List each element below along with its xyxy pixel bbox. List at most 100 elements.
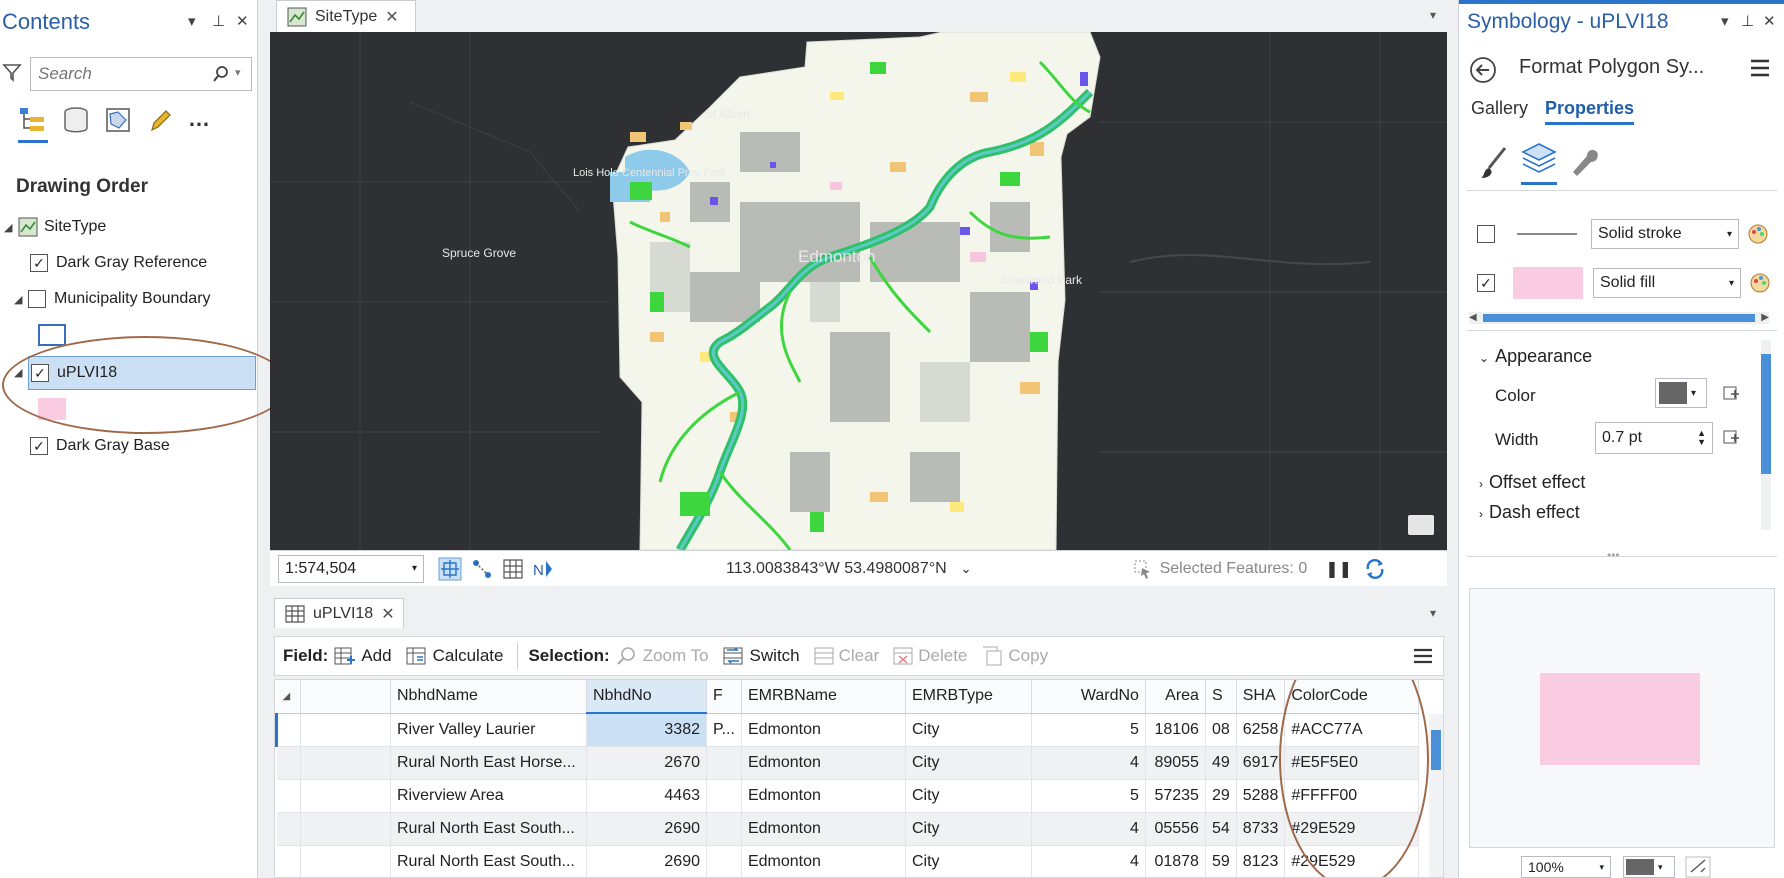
- column-header[interactable]: NbhdName: [390, 680, 587, 714]
- chevron-down-icon[interactable]: ▾: [412, 563, 417, 574]
- chevron-down-icon[interactable]: ▾: [1729, 278, 1734, 289]
- preview-options-icon[interactable]: [1685, 856, 1711, 878]
- expand-chevron-icon[interactable]: ›: [1479, 477, 1483, 491]
- expand-icon[interactable]: ◢: [14, 293, 28, 306]
- tab-gallery[interactable]: Gallery: [1471, 98, 1528, 119]
- chevron-down-icon[interactable]: ▾: [1727, 229, 1732, 240]
- cell-s[interactable]: 29: [1205, 779, 1237, 813]
- cell-sha[interactable]: 8733: [1236, 812, 1286, 846]
- cell-area[interactable]: 57235: [1145, 779, 1206, 813]
- list-by-drawing-order-icon[interactable]: [18, 106, 48, 143]
- column-header[interactable]: SHA: [1236, 680, 1286, 714]
- table-row[interactable]: Rural North East South... 2690 Edmonton …: [276, 812, 1420, 846]
- cell-nbhdname[interactable]: Rural North East Horse...: [390, 746, 587, 780]
- list-by-source-icon[interactable]: [62, 106, 90, 143]
- more-options-icon[interactable]: …: [188, 106, 210, 143]
- back-arrow-icon[interactable]: [1469, 56, 1497, 84]
- cell-sha[interactable]: 8123: [1236, 845, 1286, 877]
- list-by-editing-icon[interactable]: [146, 106, 174, 143]
- layer-municipality-boundary[interactable]: ◢ Municipality Boundary: [14, 285, 211, 313]
- cell-colorcode[interactable]: #29E529: [1284, 845, 1420, 877]
- search-box[interactable]: ▾: [30, 57, 252, 91]
- column-header[interactable]: ColorCode: [1284, 680, 1420, 714]
- row-selector[interactable]: [276, 746, 301, 780]
- cell-area[interactable]: 18106: [1145, 713, 1206, 747]
- search-input[interactable]: [31, 58, 191, 90]
- expand-icon[interactable]: ◢: [4, 221, 18, 234]
- column-header[interactable]: NbhdNo: [586, 680, 707, 714]
- column-header[interactable]: F: [706, 680, 742, 714]
- cell-s[interactable]: 54: [1205, 812, 1237, 846]
- uplvi18-symbol-swatch[interactable]: [38, 398, 66, 420]
- pin-icon[interactable]: ⊥: [212, 12, 225, 30]
- cell-emrbname[interactable]: Edmonton: [741, 746, 906, 780]
- calculate-field-button[interactable]: Calculate: [406, 646, 503, 666]
- symbol-layer-fill[interactable]: ✓ Solid fill ▾: [1469, 261, 1775, 305]
- cell-f[interactable]: [706, 845, 742, 877]
- search-icon[interactable]: [211, 64, 231, 84]
- list-by-selection-icon[interactable]: [104, 106, 132, 143]
- layer-uplvi18[interactable]: ✓ uPLVI18: [28, 356, 256, 390]
- scrollbar-thumb[interactable]: [1483, 314, 1755, 322]
- color-swatch-button[interactable]: ▾: [1655, 378, 1707, 408]
- cell-s[interactable]: 59: [1205, 845, 1237, 877]
- close-icon[interactable]: ✕: [1763, 12, 1776, 30]
- add-field-button[interactable]: Add: [334, 646, 392, 666]
- menu-icon[interactable]: [1749, 58, 1771, 78]
- cell-colorcode[interactable]: #29E529: [1284, 812, 1420, 846]
- layer-visibility-checkbox[interactable]: ✓: [30, 437, 48, 455]
- cell-area[interactable]: 01878: [1145, 845, 1206, 877]
- cell-f[interactable]: [706, 779, 742, 813]
- row-selector[interactable]: [276, 845, 301, 877]
- cell-wardno[interactable]: 4: [1031, 812, 1146, 846]
- cell-sha[interactable]: 5288: [1236, 779, 1286, 813]
- properties-scrollbar[interactable]: [1761, 340, 1771, 530]
- zoom-to-button[interactable]: Zoom To: [616, 646, 709, 666]
- cell-emrbtype[interactable]: City: [905, 746, 1032, 780]
- color-picker-icon[interactable]: [1747, 223, 1769, 245]
- column-header[interactable]: EMRBType: [905, 680, 1032, 714]
- cell-emrbtype[interactable]: City: [905, 779, 1032, 813]
- layer-dark-gray-reference[interactable]: ✓ Dark Gray Reference: [30, 249, 207, 277]
- cell-sha[interactable]: 6258: [1236, 713, 1286, 747]
- table-menu-icon[interactable]: [1413, 647, 1433, 665]
- cell-emrbname[interactable]: Edmonton: [741, 845, 906, 877]
- scroll-left-icon[interactable]: ◀: [1469, 312, 1477, 323]
- preview-zoom-combo[interactable]: 100% ▾: [1521, 856, 1611, 878]
- cell-wardno[interactable]: 5: [1031, 779, 1146, 813]
- symbol-structure-wrench-icon[interactable]: [1569, 146, 1601, 180]
- cell-nbhdno[interactable]: 2670: [586, 746, 707, 780]
- header-corner[interactable]: ◢: [276, 680, 301, 714]
- dash-effect-heading[interactable]: › Dash effect: [1479, 502, 1580, 523]
- cell-sha[interactable]: 6917: [1236, 746, 1286, 780]
- coordinate-format-chevron-icon[interactable]: ⌄: [961, 561, 972, 577]
- fill-preview-swatch[interactable]: [1513, 267, 1583, 299]
- attribute-mapping-icon[interactable]: [1721, 384, 1741, 404]
- cell-emrbtype[interactable]: City: [905, 713, 1032, 747]
- selected-features-icon[interactable]: [1132, 558, 1154, 580]
- spinner-arrows-icon[interactable]: ▲ ▼: [1697, 429, 1706, 447]
- fixed-zoom-icon[interactable]: [438, 557, 462, 581]
- map-view[interactable]: St Albert Edmonton Spruce Grove Sherwood…: [270, 32, 1447, 550]
- cell-f[interactable]: [706, 746, 742, 780]
- cell-nbhdname[interactable]: River Valley Laurier: [390, 713, 587, 747]
- tab-uplvi18[interactable]: uPLVI18 ✕: [274, 598, 404, 628]
- pin-icon[interactable]: ⊥: [1741, 12, 1754, 30]
- symbol-layer-checkbox[interactable]: [1477, 225, 1495, 243]
- cell-emrbtype[interactable]: City: [905, 845, 1032, 877]
- layer-visibility-checkbox[interactable]: ✓: [31, 364, 49, 382]
- width-spinner[interactable]: 0.7 pt ▲ ▼: [1595, 422, 1713, 454]
- cell-wardno[interactable]: 4: [1031, 845, 1146, 877]
- table-row[interactable]: Rural North East Horse... 2670 Edmonton …: [276, 746, 1420, 780]
- cell-area[interactable]: 05556: [1145, 812, 1206, 846]
- tab-properties[interactable]: Properties: [1545, 98, 1635, 125]
- cell-nbhdname[interactable]: Rural North East South...: [390, 845, 587, 877]
- table-row[interactable]: River Valley Laurier 3382 P... Edmonton …: [275, 713, 1420, 747]
- column-header[interactable]: WardNo: [1031, 680, 1146, 714]
- scrollbar-thumb[interactable]: [1761, 354, 1771, 474]
- cell-wardno[interactable]: 4: [1031, 746, 1146, 780]
- boundary-symbol-swatch[interactable]: [38, 324, 66, 346]
- cell-s[interactable]: 49: [1205, 746, 1237, 780]
- close-tab-icon[interactable]: ✕: [381, 604, 394, 624]
- fill-type-combo[interactable]: Solid fill ▾: [1593, 268, 1741, 298]
